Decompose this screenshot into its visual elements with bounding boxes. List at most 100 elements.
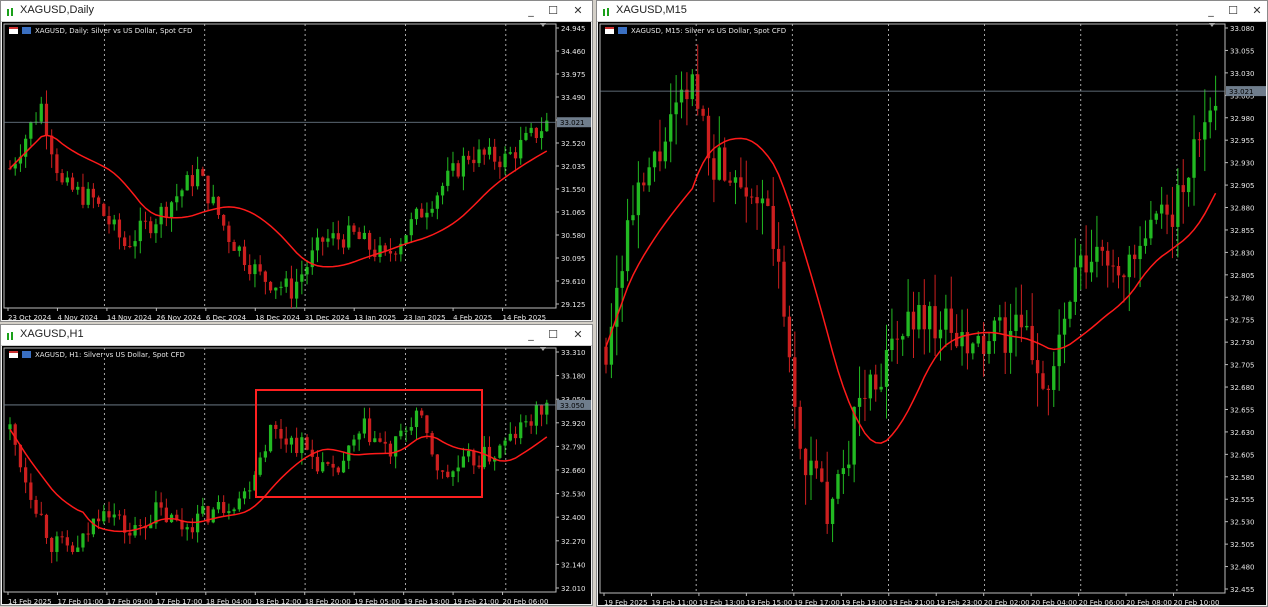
candle-body [477,465,481,468]
candle-body [201,506,205,514]
candle-body [65,537,69,546]
candle-body [232,242,236,251]
candle-body [274,424,278,429]
candle-body [279,286,283,288]
candle-body [169,202,174,218]
candle-body [128,532,132,536]
candle-body [524,421,528,423]
price-tick-label: 32.755 [1230,317,1255,325]
candle-body [498,161,502,168]
price-tick-label: 29.610 [561,278,586,286]
candle-body [960,332,964,347]
daily-chart-window[interactable]: XAGUSD,Daily _ ☐ ✕ 24.945 34.460 33.975 33.… [0,0,593,322]
candle-body [253,264,257,275]
candle-body [472,450,476,466]
time-tick-label: 23 Oct 2024 [8,314,52,320]
time-tick-label: 19 Feb 23:00 [936,599,982,605]
daily-close-button[interactable]: ✕ [570,3,586,18]
m15-maximize-button[interactable]: ☐ [1225,3,1241,18]
price-tick-label: 32.855 [1230,227,1255,235]
m15-close-button[interactable]: ✕ [1249,3,1265,18]
candle-body [1213,105,1218,111]
candle-body [29,482,33,500]
candle-body [1035,360,1040,374]
m15-chart-window[interactable]: XAGUSD,M15 _ ☐ ✕ 33.080 33.055 33.030 33.00… [596,0,1268,607]
h1-chart-area[interactable]: 33.310 33.180 33.050 32.920 32.790 32.660 32.5… [2,346,591,604]
m15-window-title: XAGUSD,M15 [616,4,687,16]
candle-body [55,536,59,552]
h1-maximize-button[interactable]: ☐ [545,327,561,342]
candle-body [895,338,899,340]
candle-body [1030,325,1034,361]
candle-body [636,182,641,216]
candle-body [647,167,651,186]
price-tick-label: 32.705 [1230,362,1255,370]
candle-body [933,306,937,339]
candle-body [981,335,986,354]
h1-chart-window[interactable]: XAGUSD,H1 _ ☐ ✕ 33.310 33.180 33.050 32.920… [0,324,593,606]
candle-body [206,175,210,204]
candle-body [911,311,916,330]
candle-body [825,481,829,524]
candle-body [86,188,90,205]
candle-body [289,278,294,299]
price-tick-label: 31.065 [561,209,586,217]
candle-body [820,468,824,482]
candle-body [81,186,85,205]
candle-body [420,410,424,416]
candle-body [263,451,267,458]
candle-body [331,463,335,468]
candle-body [906,311,910,337]
candle-body [76,547,80,552]
candle-body [1025,325,1029,328]
candle-body [180,190,184,197]
candle-body [620,271,624,288]
candle-body [295,281,299,299]
m15-chart-area[interactable]: 33.080 33.055 33.030 33.005 32.980 32.955 32.9… [598,22,1266,605]
price-tick-label: 34.460 [561,48,586,56]
candle-body [190,175,195,187]
candle-body [435,195,439,209]
candle-body [112,219,116,225]
time-tick-label: 20 Feb 06:00 [1079,599,1125,605]
daily-minimize-button[interactable]: _ [523,3,539,18]
flag-icon-stripe [605,27,614,29]
candle-body [123,515,127,533]
candle-body [749,196,754,198]
h1-close-button[interactable]: ✕ [570,327,586,342]
candle-body [1084,255,1088,273]
candle-body [8,424,12,430]
m15-titlebar[interactable]: XAGUSD,M15 _ ☐ ✕ [597,1,1267,22]
candle-body [248,490,252,492]
daily-titlebar[interactable]: XAGUSD,Daily _ ☐ ✕ [1,1,592,22]
price-tick-label: 32.530 [561,491,586,499]
price-tick-label: 32.680 [1230,384,1255,392]
daily-chart-area[interactable]: 24.94534.46033.97533.49033.00532.52032.0… [2,22,591,320]
candle-body [755,197,759,204]
candle-body [782,261,786,317]
candle-body [362,232,367,240]
candle-body [696,74,700,109]
candle-body [917,304,921,330]
candle-body [128,246,132,248]
price-tick-label: 32.920 [561,420,586,428]
candle-body [409,219,413,236]
symbol-icon [618,27,627,34]
candle-body [1143,238,1148,246]
candle-body [300,274,304,282]
h1-minimize-button[interactable]: _ [523,327,539,342]
candle-body [1008,330,1013,353]
daily-maximize-button[interactable]: ☐ [545,3,561,18]
candle-body [237,498,241,510]
candle-body [232,509,236,512]
candle-body [274,287,278,291]
candle-body [472,159,476,164]
candle-body [1192,139,1196,178]
candle-body [1046,388,1051,390]
candle-body [652,151,657,168]
candle-body [456,467,460,472]
h1-titlebar[interactable]: XAGUSD,H1 _ ☐ ✕ [1,325,592,346]
chart-window-icon [602,5,612,16]
flag-icon [9,27,18,34]
m15-minimize-button[interactable]: _ [1203,3,1219,18]
